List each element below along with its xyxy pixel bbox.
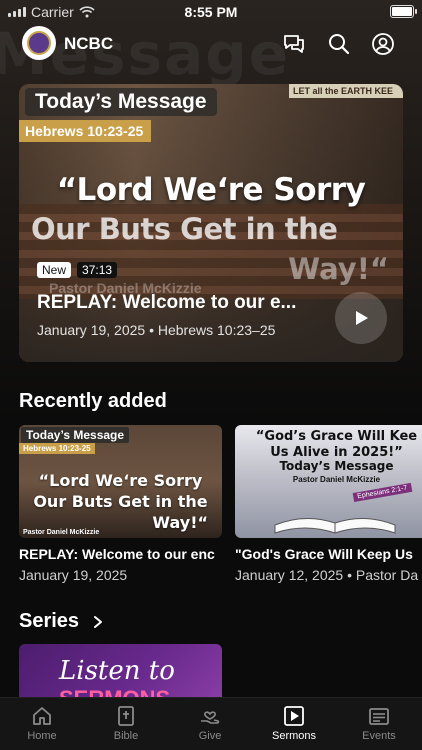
app-header: NCBC [0,26,422,62]
chevron-right-icon [94,615,103,628]
thumb-pastor: Pastor Daniel McKizzie [23,529,100,536]
sermon-quote-line-1: “Lord We‘re Sorry [56,172,366,208]
sermons-icon [284,706,304,726]
open-bible-graphic [274,518,396,534]
tab-label: Give [198,730,222,742]
sermon-card-title: REPLAY: Welcome to our enc [19,546,215,562]
sermon-thumbnail: Today’s Message Hebrews 10:23-25 “Lord W… [19,425,222,538]
bible-icon [118,706,134,726]
sermon-card-title: "God's Grace Will Keep Us [235,546,413,562]
church-banner-sign: LET all the EARTH KEE [289,84,403,98]
duration-badge: 37:13 [77,262,118,278]
play-icon [356,311,368,325]
bottom-tab-bar: Home Bible Give Sermons Events [0,697,422,750]
events-icon [369,708,389,725]
sermon-card-meta: January 12, 2025 • Pastor Da [235,567,419,583]
sermon-quote-line-3: Way!“ [288,252,389,286]
thumb-quote-line-2: Our Buts Get in the [33,492,208,511]
home-icon [33,707,51,725]
thumb-verse: Hebrews 10:23-25 [19,443,95,454]
tab-label: Events [362,730,396,742]
sermon-card-meta: January 19, 2025 [19,567,128,583]
play-button[interactable] [335,292,387,344]
series-heading-link[interactable]: Series [19,610,103,633]
verse-tag: Hebrews 10:23-25 [19,120,152,142]
recently-added-heading: Recently added [19,390,167,412]
series-thumb-title: Listen to [59,656,175,686]
tab-label: Home [27,730,57,742]
tab-sermons[interactable]: Sermons [259,704,329,742]
chat-icon[interactable] [282,32,306,56]
tab-home[interactable]: Home [7,704,77,742]
church-logo[interactable] [22,26,56,60]
sermon-quote-line-2: Our Buts Get in the [31,212,338,246]
profile-icon[interactable] [371,32,395,56]
give-icon [201,711,220,724]
battery-icon [390,5,417,18]
thumb-pastor: Pastor Daniel McKizzie [292,475,381,484]
series-heading: Series [19,610,80,632]
app-name: NCBC [64,34,114,53]
thumb-quote-line-1: “Lord We‘re Sorry [38,471,203,490]
featured-sermon-title: REPLAY: Welcome to our e... [37,292,297,313]
sermon-badges: New 37:13 [37,262,118,278]
todays-message-label: Today’s Message [25,88,217,116]
clock: 8:55 PM [184,4,238,20]
search-icon[interactable] [327,32,351,56]
thumb-quote-line-3: Today’s Message [279,459,394,473]
featured-sermon-meta: January 19, 2025 • Hebrews 10:23–25 [37,322,276,338]
thumb-quote-line-1: “God’s Grace Will Kee [255,429,418,444]
sermon-card[interactable]: “God’s Grace Will Kee Us Alive in 2025!”… [235,425,422,583]
tab-events[interactable]: Events [344,704,414,742]
tab-label: Bible [113,730,139,742]
tab-give[interactable]: Give [175,704,245,742]
thumb-quote-line-3: Way!“ [152,513,208,532]
tab-bible[interactable]: Bible [91,704,161,742]
thumb-label: Today’s Message [21,427,130,443]
status-bar: Carrier 8:55 PM [0,0,422,22]
sermon-thumbnail: “God’s Grace Will Kee Us Alive in 2025!”… [235,425,422,538]
thumb-quote-line-2: Us Alive in 2025!” [270,445,403,460]
new-badge: New [37,262,72,278]
series-card[interactable]: Listen to SERMONS [19,644,222,704]
tab-label: Sermons [271,730,317,742]
featured-sermon-card[interactable]: LET all the EARTH KEE Today’s Message He… [19,84,403,362]
sermon-card[interactable]: Today’s Message Hebrews 10:23-25 “Lord W… [19,425,222,583]
